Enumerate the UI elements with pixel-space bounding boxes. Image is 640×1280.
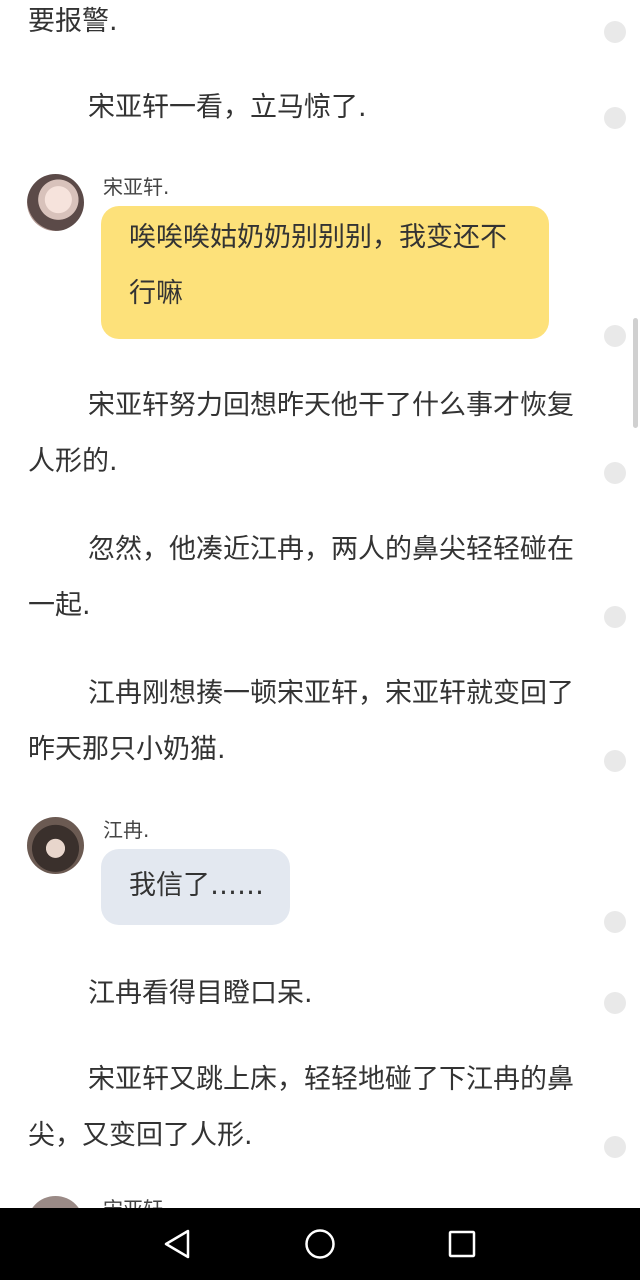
comment-dot[interactable] — [604, 21, 626, 43]
avatar[interactable] — [27, 817, 84, 874]
scrollbar[interactable] — [633, 318, 638, 428]
back-triangle-icon — [164, 1229, 190, 1259]
back-button[interactable] — [160, 1226, 196, 1262]
comment-dot[interactable] — [604, 107, 626, 129]
speaker-name: 宋亚轩. — [103, 1193, 169, 1208]
paragraph: 江冉看得目瞪口呆. — [88, 978, 313, 1009]
comment-dot[interactable] — [604, 911, 626, 933]
speaker-name: 宋亚轩. — [103, 175, 170, 199]
paragraph: 宋亚轩又跳上床，轻轻地碰了下江冉的鼻尖，又变回了人形. — [28, 1064, 574, 1151]
comment-dot[interactable] — [604, 1136, 626, 1158]
home-circle-icon — [305, 1229, 335, 1259]
comment-dot[interactable] — [604, 325, 626, 347]
avatar[interactable] — [27, 174, 84, 231]
speaker-name: 江冉. — [103, 818, 150, 842]
navigation-bar — [0, 1208, 640, 1280]
home-button[interactable] — [302, 1226, 338, 1262]
chat-bubble: 我信了…… — [101, 849, 290, 925]
comment-dot[interactable] — [604, 992, 626, 1014]
chat-bubble: 唉唉唉姑奶奶别别别，我变还不行嘛 — [101, 206, 549, 339]
comment-dot[interactable] — [604, 750, 626, 772]
paragraph: 要报警. — [28, 6, 118, 37]
paragraph: 宋亚轩努力回想昨天他干了什么事才恢复人形的. — [28, 390, 574, 477]
recents-button[interactable] — [444, 1226, 480, 1262]
comment-dot[interactable] — [604, 462, 626, 484]
paragraph: 江冉刚想揍一顿宋亚轩，宋亚轩就变回了昨天那只小奶猫. — [28, 678, 574, 765]
paragraph: 宋亚轩一看，立马惊了. — [88, 92, 367, 123]
recents-square-icon — [448, 1230, 476, 1258]
comment-dot[interactable] — [604, 606, 626, 628]
reader-content: 要报警. 宋亚轩一看，立马惊了. 宋亚轩. 唉唉唉姑奶奶别别别，我变还不行嘛 宋… — [0, 0, 640, 1208]
avatar[interactable] — [27, 1196, 84, 1208]
paragraph: 忽然，他凑近江冉，两人的鼻尖轻轻碰在一起. — [28, 534, 574, 621]
